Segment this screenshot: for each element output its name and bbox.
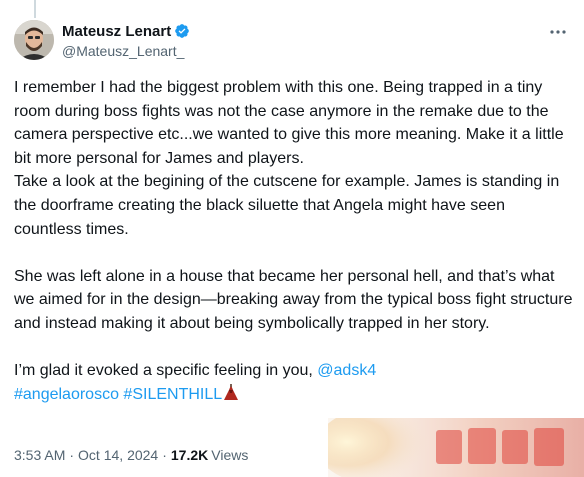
thread-connector-line [34,0,36,18]
tweet-text: I remember I had the biggest problem wit… [14,76,574,409]
display-name-row: Mateusz Lenart [62,22,190,40]
red-dress-emoji-icon [222,383,240,410]
mention-link[interactable]: @adsk4 [317,362,376,379]
more-horizontal-icon[interactable] [546,22,570,42]
tweet-meta: 3:53 AM · Oct 14, 2024 · 17.2K Views [14,447,248,463]
author-handle[interactable]: @Mateusz_Lenart_ [62,43,190,59]
meta-separator: · [162,447,167,463]
views-label: Views [211,447,249,463]
author-names: Mateusz Lenart @Mateusz_Lenart_ [62,22,190,59]
avatar-image [14,20,54,60]
hashtag-link[interactable]: #angelaorosco [14,386,119,403]
tweet-paragraph-2: She was left alone in a house that becam… [14,267,573,332]
avatar[interactable] [14,20,54,60]
tweet-paragraph-3: I’m glad it evoked a specific feeling in… [14,359,574,409]
author-display-name[interactable]: Mateusz Lenart [62,23,171,40]
meta-separator: · [69,447,75,463]
tweet-date[interactable]: Oct 14, 2024 [78,447,158,463]
tweet-header: Mateusz Lenart @Mateusz_Lenart_ [14,20,570,64]
tweet-paragraph-1: I remember I had the biggest problem wit… [14,79,564,238]
tweet-time[interactable]: 3:53 AM [14,447,65,463]
views-count: 17.2K [170,447,209,463]
watermark-logo [328,418,584,477]
hashtag-link[interactable]: #SILENTHILL [123,386,222,403]
tweet-paragraph-3-text: I’m glad it evoked a specific feeling in… [14,362,318,380]
verified-badge-icon [174,23,190,39]
